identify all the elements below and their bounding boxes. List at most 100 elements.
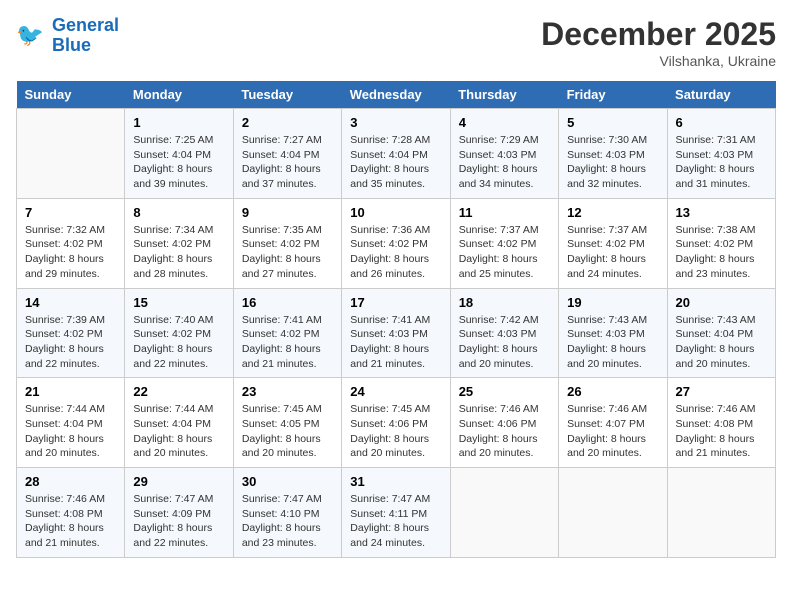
column-header-wednesday: Wednesday <box>342 81 450 109</box>
day-number: 7 <box>25 205 116 220</box>
day-number: 30 <box>242 474 333 489</box>
day-number: 27 <box>676 384 767 399</box>
calendar-cell: 1 Sunrise: 7:25 AM Sunset: 4:04 PM Daylig… <box>125 109 233 199</box>
day-info: Sunrise: 7:41 AM Sunset: 4:02 PM Dayligh… <box>242 313 333 372</box>
calendar-week-row: 1 Sunrise: 7:25 AM Sunset: 4:04 PM Daylig… <box>17 109 776 199</box>
page-header: 🐦 General Blue December 2025 Vilshanka, … <box>16 16 776 69</box>
day-info: Sunrise: 7:46 AM Sunset: 4:06 PM Dayligh… <box>459 402 550 461</box>
calendar-cell: 27 Sunrise: 7:46 AM Sunset: 4:08 PM Dayli… <box>667 378 775 468</box>
calendar-week-row: 14 Sunrise: 7:39 AM Sunset: 4:02 PM Dayli… <box>17 288 776 378</box>
day-info: Sunrise: 7:46 AM Sunset: 4:08 PM Dayligh… <box>676 402 767 461</box>
day-info: Sunrise: 7:39 AM Sunset: 4:02 PM Dayligh… <box>25 313 116 372</box>
day-number: 14 <box>25 295 116 310</box>
calendar-week-row: 28Sunrise: 7:46 AM Sunset: 4:08 PM Dayli… <box>17 468 776 558</box>
day-info: Sunrise: 7:45 AM Sunset: 4:06 PM Dayligh… <box>350 402 441 461</box>
day-info: Sunrise: 7:47 AM Sunset: 4:11 PM Dayligh… <box>350 492 441 551</box>
calendar-cell: 11 Sunrise: 7:37 AM Sunset: 4:02 PM Dayli… <box>450 198 558 288</box>
day-info: Sunrise: 7:30 AM Sunset: 4:03 PM Dayligh… <box>567 133 658 192</box>
calendar-cell: 18Sunrise: 7:42 AM Sunset: 4:03 PM Dayli… <box>450 288 558 378</box>
column-header-saturday: Saturday <box>667 81 775 109</box>
day-info: Sunrise: 7:43 AM Sunset: 4:03 PM Dayligh… <box>567 313 658 372</box>
day-info: Sunrise: 7:41 AM Sunset: 4:03 PM Dayligh… <box>350 313 441 372</box>
day-info: Sunrise: 7:45 AM Sunset: 4:05 PM Dayligh… <box>242 402 333 461</box>
day-info: Sunrise: 7:36 AM Sunset: 4:02 PM Dayligh… <box>350 223 441 282</box>
calendar-cell <box>667 468 775 558</box>
calendar-cell: 25 Sunrise: 7:46 AM Sunset: 4:06 PM Dayli… <box>450 378 558 468</box>
day-number: 16 <box>242 295 333 310</box>
day-info: Sunrise: 7:29 AM Sunset: 4:03 PM Dayligh… <box>459 133 550 192</box>
day-number: 15 <box>133 295 224 310</box>
logo-text: General Blue <box>52 16 119 56</box>
calendar-cell: 7Sunrise: 7:32 AM Sunset: 4:02 PM Daylig… <box>17 198 125 288</box>
calendar-cell: 31 Sunrise: 7:47 AM Sunset: 4:11 PM Dayli… <box>342 468 450 558</box>
calendar-cell: 2Sunrise: 7:27 AM Sunset: 4:04 PM Daylig… <box>233 109 341 199</box>
day-info: Sunrise: 7:28 AM Sunset: 4:04 PM Dayligh… <box>350 133 441 192</box>
day-info: Sunrise: 7:31 AM Sunset: 4:03 PM Dayligh… <box>676 133 767 192</box>
column-header-tuesday: Tuesday <box>233 81 341 109</box>
day-info: Sunrise: 7:25 AM Sunset: 4:04 PM Dayligh… <box>133 133 224 192</box>
logo: 🐦 General Blue <box>16 16 119 56</box>
svg-text:🐦: 🐦 <box>16 22 44 47</box>
calendar-cell: 30Sunrise: 7:47 AM Sunset: 4:10 PM Dayli… <box>233 468 341 558</box>
calendar-header-row: SundayMondayTuesdayWednesdayThursdayFrid… <box>17 81 776 109</box>
day-info: Sunrise: 7:44 AM Sunset: 4:04 PM Dayligh… <box>25 402 116 461</box>
calendar-cell: 4Sunrise: 7:29 AM Sunset: 4:03 PM Daylig… <box>450 109 558 199</box>
calendar-cell: 14 Sunrise: 7:39 AM Sunset: 4:02 PM Dayli… <box>17 288 125 378</box>
day-number: 28 <box>25 474 116 489</box>
calendar-cell: 10Sunrise: 7:36 AM Sunset: 4:02 PM Dayli… <box>342 198 450 288</box>
day-info: Sunrise: 7:42 AM Sunset: 4:03 PM Dayligh… <box>459 313 550 372</box>
calendar-cell: 5 Sunrise: 7:30 AM Sunset: 4:03 PM Daylig… <box>559 109 667 199</box>
calendar-cell: 24 Sunrise: 7:45 AM Sunset: 4:06 PM Dayli… <box>342 378 450 468</box>
day-info: Sunrise: 7:44 AM Sunset: 4:04 PM Dayligh… <box>133 402 224 461</box>
day-number: 11 <box>459 205 550 220</box>
day-info: Sunrise: 7:35 AM Sunset: 4:02 PM Dayligh… <box>242 223 333 282</box>
title-area: December 2025 Vilshanka, Ukraine <box>541 16 776 69</box>
calendar-cell: 19 Sunrise: 7:43 AM Sunset: 4:03 PM Dayli… <box>559 288 667 378</box>
day-info: Sunrise: 7:43 AM Sunset: 4:04 PM Dayligh… <box>676 313 767 372</box>
calendar-cell: 26Sunrise: 7:46 AM Sunset: 4:07 PM Dayli… <box>559 378 667 468</box>
day-number: 17 <box>350 295 441 310</box>
day-number: 23 <box>242 384 333 399</box>
day-number: 25 <box>459 384 550 399</box>
calendar-cell: 22 Sunrise: 7:44 AM Sunset: 4:04 PM Dayli… <box>125 378 233 468</box>
day-number: 31 <box>350 474 441 489</box>
calendar-cell: 21 Sunrise: 7:44 AM Sunset: 4:04 PM Dayli… <box>17 378 125 468</box>
month-title: December 2025 <box>541 16 776 53</box>
calendar-cell: 17 Sunrise: 7:41 AM Sunset: 4:03 PM Dayli… <box>342 288 450 378</box>
day-number: 5 <box>567 115 658 130</box>
day-number: 3 <box>350 115 441 130</box>
column-header-sunday: Sunday <box>17 81 125 109</box>
day-number: 8 <box>133 205 224 220</box>
calendar-cell: 16 Sunrise: 7:41 AM Sunset: 4:02 PM Dayli… <box>233 288 341 378</box>
day-info: Sunrise: 7:46 AM Sunset: 4:07 PM Dayligh… <box>567 402 658 461</box>
calendar-week-row: 21 Sunrise: 7:44 AM Sunset: 4:04 PM Dayli… <box>17 378 776 468</box>
day-number: 9 <box>242 205 333 220</box>
calendar-cell: 6 Sunrise: 7:31 AM Sunset: 4:03 PM Daylig… <box>667 109 775 199</box>
calendar-body: 1 Sunrise: 7:25 AM Sunset: 4:04 PM Daylig… <box>17 109 776 558</box>
day-number: 22 <box>133 384 224 399</box>
calendar-cell: 29Sunrise: 7:47 AM Sunset: 4:09 PM Dayli… <box>125 468 233 558</box>
day-number: 20 <box>676 295 767 310</box>
day-number: 29 <box>133 474 224 489</box>
calendar-cell: 28Sunrise: 7:46 AM Sunset: 4:08 PM Dayli… <box>17 468 125 558</box>
calendar-cell <box>450 468 558 558</box>
calendar-cell <box>559 468 667 558</box>
day-number: 6 <box>676 115 767 130</box>
day-number: 21 <box>25 384 116 399</box>
day-info: Sunrise: 7:34 AM Sunset: 4:02 PM Dayligh… <box>133 223 224 282</box>
calendar-cell: 8 Sunrise: 7:34 AM Sunset: 4:02 PM Daylig… <box>125 198 233 288</box>
day-number: 12 <box>567 205 658 220</box>
calendar-cell: 12Sunrise: 7:37 AM Sunset: 4:02 PM Dayli… <box>559 198 667 288</box>
calendar-table: SundayMondayTuesdayWednesdayThursdayFrid… <box>16 81 776 558</box>
day-info: Sunrise: 7:37 AM Sunset: 4:02 PM Dayligh… <box>459 223 550 282</box>
calendar-cell: 15 Sunrise: 7:40 AM Sunset: 4:02 PM Dayli… <box>125 288 233 378</box>
calendar-week-row: 7Sunrise: 7:32 AM Sunset: 4:02 PM Daylig… <box>17 198 776 288</box>
day-info: Sunrise: 7:40 AM Sunset: 4:02 PM Dayligh… <box>133 313 224 372</box>
day-number: 19 <box>567 295 658 310</box>
day-number: 24 <box>350 384 441 399</box>
calendar-cell <box>17 109 125 199</box>
column-header-monday: Monday <box>125 81 233 109</box>
day-number: 1 <box>133 115 224 130</box>
logo-icon: 🐦 <box>16 20 48 52</box>
day-number: 13 <box>676 205 767 220</box>
